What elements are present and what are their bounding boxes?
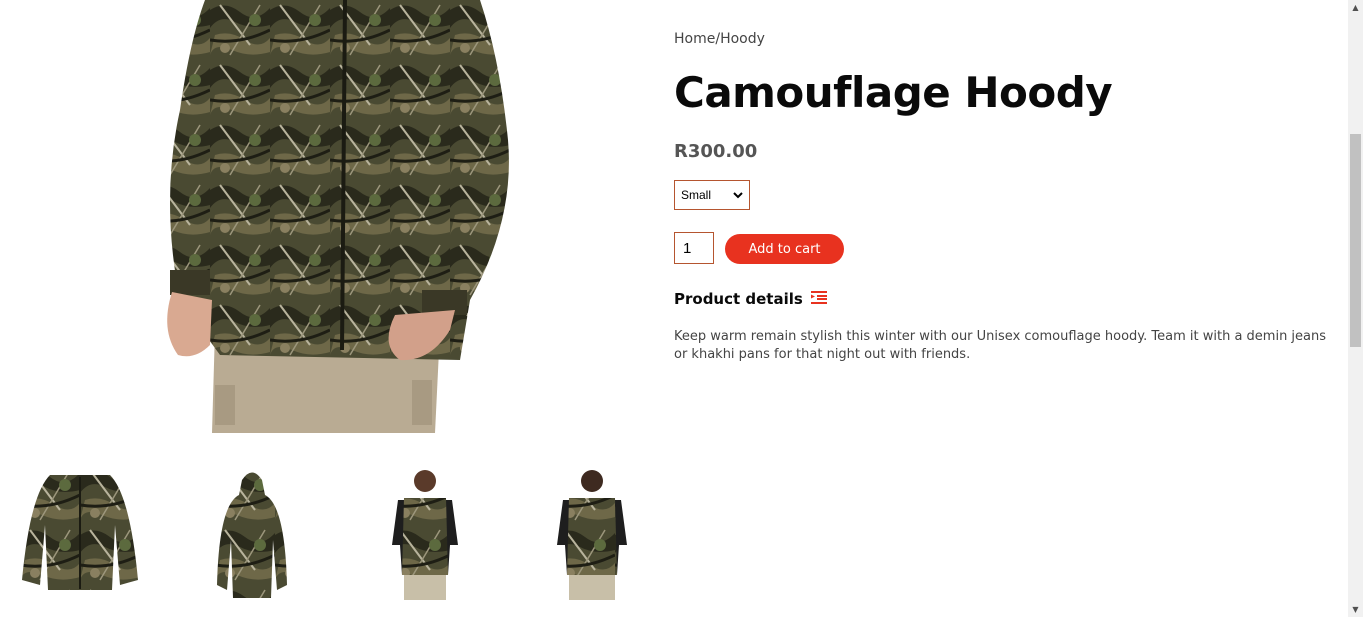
add-to-cart-button[interactable]: Add to cart [725, 234, 844, 264]
quantity-input[interactable] [674, 232, 714, 264]
thumbnail-hoody-front[interactable] [20, 465, 140, 600]
scroll-down-arrow-icon[interactable]: ▼ [1348, 602, 1363, 617]
scrollbar-thumb[interactable] [1350, 134, 1361, 347]
product-description: Keep warm remain stylish this winter wit… [674, 329, 1327, 362]
page-scrollbar[interactable]: ▲ ▼ [1348, 0, 1363, 617]
size-select-value: Small [681, 188, 712, 202]
chevron-down-icon [733, 188, 743, 202]
thumbnail-hoody-back[interactable] [215, 465, 290, 600]
size-select[interactable]: Small [674, 180, 750, 210]
product-title: Camouflage Hoody [674, 68, 1113, 117]
thumbnail-gallery [0, 465, 650, 605]
breadcrumb-home-link[interactable]: Home [674, 31, 715, 47]
product-details-heading: Product details [674, 290, 827, 308]
breadcrumb-category-link[interactable]: Hoody [720, 31, 765, 47]
scroll-up-arrow-icon[interactable]: ▲ [1348, 0, 1363, 15]
thumbnail-vest-front[interactable] [390, 465, 460, 600]
breadcrumb: Home/Hoody [674, 31, 765, 47]
list-indent-icon[interactable] [810, 290, 827, 308]
product-price: R300.00 [674, 141, 758, 162]
product-details-label: Product details [674, 290, 803, 308]
main-product-image [150, 0, 530, 433]
thumbnail-vest-back[interactable] [555, 465, 630, 600]
